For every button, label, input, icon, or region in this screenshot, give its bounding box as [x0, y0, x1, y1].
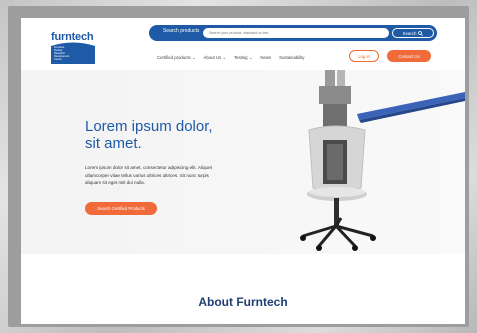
search-button-label: Search	[402, 30, 417, 36]
search-bar: Search products Search	[149, 25, 437, 41]
nav-news[interactable]: News	[260, 55, 271, 61]
nav-about-us[interactable]: About Us ⌄	[203, 55, 225, 61]
chair-testing-rig-image	[300, 70, 465, 251]
logo-tagline: Furniture Testing Research Development C…	[54, 46, 70, 61]
main-nav: Certified products ⌄ About Us ⌄ Testing …	[157, 55, 304, 61]
contact-us-button[interactable]: Contact Us	[387, 50, 431, 62]
nav-certified-products[interactable]: Certified products ⌄	[157, 55, 195, 61]
hero-section: Lorem ipsum dolor, sit amet. Lorem ipsum…	[21, 70, 465, 254]
website: furntech Furniture Testing Research Deve…	[21, 18, 465, 324]
search-certified-products-button[interactable]: Search Certified Products	[85, 202, 157, 215]
hero-title: Lorem ipsum dolor, sit amet.	[85, 118, 213, 152]
about-section-title: About Furntech	[198, 295, 288, 309]
nav-testing[interactable]: Testing ⌄	[234, 55, 252, 61]
search-input[interactable]	[203, 28, 389, 38]
nav-sustainability[interactable]: Sustainability	[279, 55, 304, 61]
search-button[interactable]: Search	[392, 28, 434, 38]
hero-body: Lorem ipsum dolor sit amet, consectetur …	[85, 165, 212, 185]
furntech-logo[interactable]: furntech Furniture Testing Research Deve…	[51, 31, 95, 64]
login-button[interactable]: Log in	[349, 50, 379, 62]
search-label: Search products	[163, 28, 200, 34]
search-icon	[418, 30, 424, 36]
